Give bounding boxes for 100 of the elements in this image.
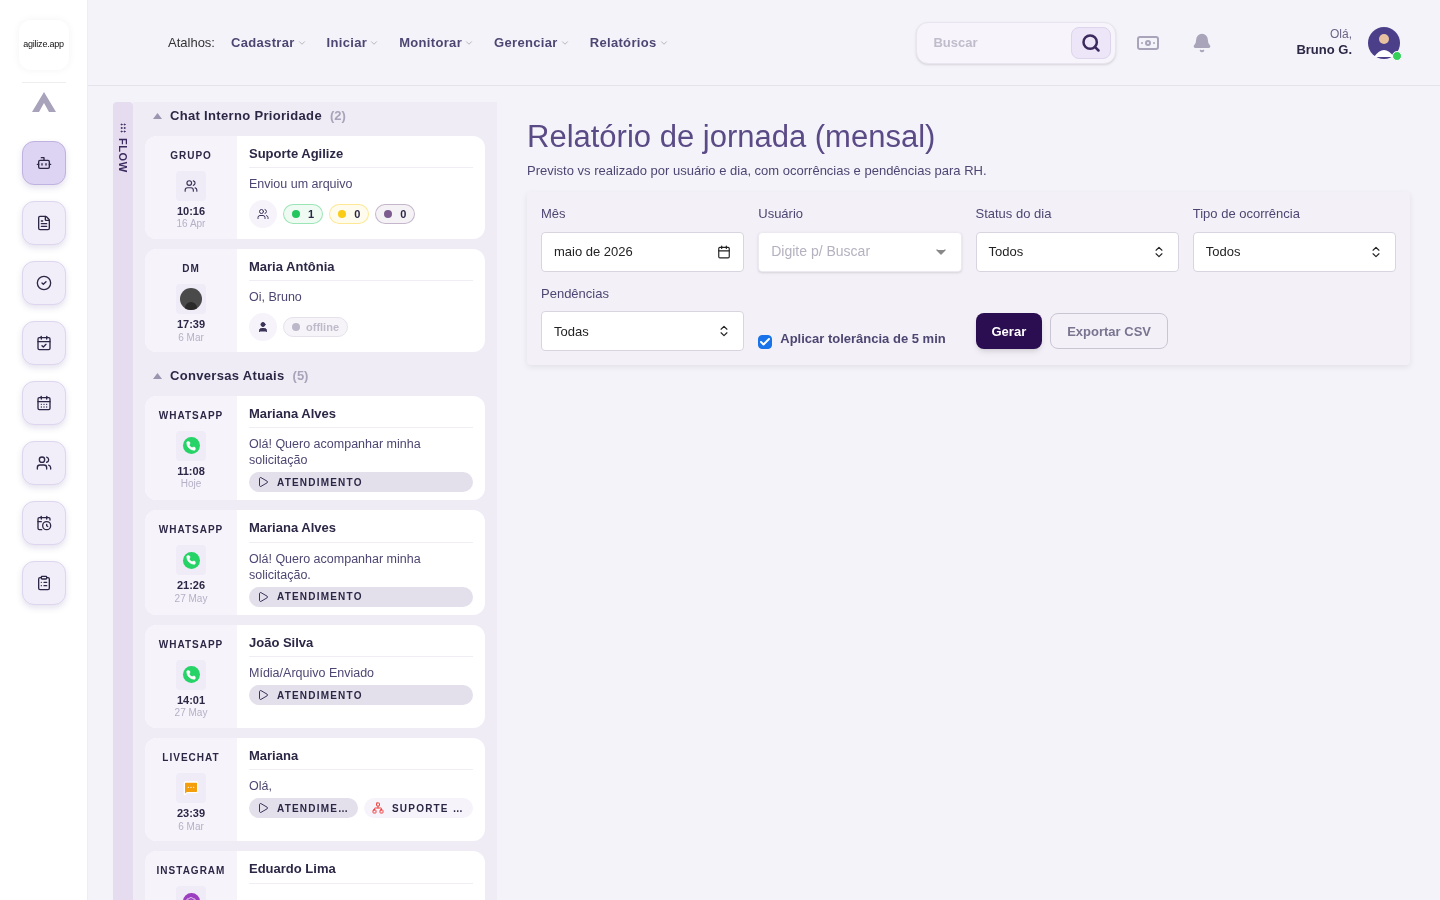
group-count: (2) — [329, 107, 346, 125]
field-label: Pendências — [541, 284, 610, 303]
field-label: Usuário — [758, 205, 805, 224]
field-label: Mês — [541, 205, 567, 224]
search-icon — [1081, 32, 1102, 53]
select-field[interactable]: Todos — [975, 231, 1179, 272]
play-icon — [257, 802, 269, 815]
select-field[interactable]: Todos — [1192, 231, 1396, 272]
message-preview: Olá! Quero acompanhar minha solicitação — [249, 436, 422, 468]
search-button[interactable] — [1071, 26, 1112, 59]
channel-label: DM — [182, 261, 200, 276]
page-title: Relatório de jornada (mensal) — [527, 118, 937, 156]
robot-icon — [35, 155, 52, 171]
channel-label: INSTAGRAM — [156, 864, 226, 878]
contact-name: Maria Antônia — [249, 256, 473, 282]
play-icon — [257, 689, 269, 701]
shortcuts-label: Atalhos: — [168, 33, 215, 52]
check-circle-icon — [35, 275, 52, 291]
tag-label: ATENDIMENTO — [277, 475, 363, 490]
channel-label: GRUPO — [170, 148, 212, 163]
contact-name: Mariana — [249, 745, 473, 771]
sidebar-item[interactable] — [21, 261, 66, 305]
nav-menu[interactable]: Relatórios — [589, 32, 669, 53]
document-icon — [35, 215, 52, 231]
people-icon — [257, 208, 269, 220]
people-icon — [184, 178, 198, 193]
message-preview: Oi, Bruno — [249, 289, 303, 306]
updown-icon — [1369, 244, 1383, 259]
nav-menu[interactable]: Monitorar — [399, 32, 475, 53]
message-preview: Mídia/Arquivo Enviado — [249, 665, 376, 681]
contact-name: Mariana Alves — [249, 518, 473, 543]
channel-label: WHATSAPP — [158, 408, 224, 423]
sidebar-item[interactable] — [21, 141, 66, 185]
contact-name: Suporte Agilize — [249, 143, 473, 168]
date-label: 16 Apr — [176, 218, 206, 231]
month-field[interactable]: maio de 2026 — [541, 231, 745, 272]
logo[interactable]: agilize.app — [18, 20, 69, 70]
sidebar-item[interactable] — [21, 201, 66, 245]
status-label: offline — [306, 320, 339, 335]
contact-name: João Silva — [249, 632, 473, 657]
channel-label: LIVECHAT — [162, 750, 220, 765]
calendar-clock-icon — [35, 515, 52, 531]
counter-value: 0 — [354, 206, 361, 222]
contact-name: Eduardo Lima — [249, 859, 473, 884]
message-preview: Olá, — [249, 778, 273, 795]
calendar-check-icon — [35, 335, 52, 351]
conversation-card[interactable]: WHATSAPP 14:01 27 May João Silva Mídia/Arquivo Enviado ATENDIMENTO — [145, 624, 485, 728]
greeting-label: Olá, — [1330, 26, 1352, 42]
conversation-card[interactable]: WHATSAPP 21:26 27 May Mariana Alves Olá! Quero acompanhar minha solicitação. ATENDIMENTO — [145, 510, 485, 615]
tag-label: SUPORTE … — [392, 801, 464, 816]
tolerance-label: Aplicar tolerância de 5 min — [780, 330, 946, 349]
phone-icon — [182, 551, 200, 569]
nav-menu[interactable]: Cadastrar — [231, 32, 307, 53]
group-title[interactable]: Conversas Atuais — [170, 366, 285, 386]
conversation-card[interactable]: INSTAGRAM Eduardo Lima — [145, 851, 485, 900]
generate-button[interactable]: Gerar — [975, 313, 1043, 350]
message-preview: Enviou um arquivo — [249, 176, 354, 192]
tolerance-checkbox[interactable] — [758, 335, 773, 350]
channel-label: WHATSAPP — [158, 523, 224, 537]
select-field[interactable]: Todas — [541, 311, 745, 352]
calendar-icon — [35, 395, 52, 411]
time-label: 10:16 — [176, 204, 206, 219]
nav-menu[interactable]: Iniciar — [326, 32, 380, 53]
flow-tab[interactable]: FLOW — [113, 102, 133, 900]
time-label: 11:08 — [177, 464, 205, 479]
sidebar-item[interactable] — [21, 321, 66, 365]
nav-menu[interactable]: Gerenciar — [494, 32, 570, 53]
time-label: 23:39 — [176, 806, 206, 821]
play-icon — [257, 590, 269, 603]
message-preview: Olá! Quero acompanhar minha solicitação. — [249, 550, 422, 583]
channel-label: WHATSAPP — [158, 637, 224, 652]
group-count: (5) — [292, 367, 309, 385]
sidebar-item[interactable] — [21, 501, 66, 545]
calendar-icon — [717, 244, 732, 259]
date-label: 6 Mar — [178, 331, 204, 344]
page-subtitle: Previsto vs realizado por usuário e dia, com ocorrências e pendências para RH. — [527, 161, 988, 180]
date-label: 6 Mar — [178, 820, 204, 833]
people-icon — [35, 455, 52, 471]
play-icon — [257, 476, 269, 488]
phone-icon — [182, 437, 200, 454]
sidebar-item[interactable] — [21, 561, 66, 605]
conversation-card[interactable]: DM 17:39 6 Mar Maria Antônia Oi, Bruno offline — [145, 248, 485, 352]
counter-value: 0 — [400, 206, 407, 222]
conversation-card[interactable]: WHATSAPP 11:08 Hoje Mariana Alves Olá! Quero acompanhar minha solicitação ATENDIMENTO — [145, 395, 485, 500]
tag-label: ATENDIMENTO — [277, 688, 363, 703]
date-label: 27 May — [174, 592, 208, 606]
date-label: 27 May — [174, 707, 208, 720]
conversation-card[interactable]: LIVECHAT 23:39 6 Mar Mariana Olá, ATENDIME… SUPORTE … — [145, 737, 485, 841]
counter-value: 1 — [308, 206, 315, 222]
tag-label: ATENDIME… — [277, 801, 350, 816]
sidebar-item[interactable] — [21, 381, 66, 425]
conversation-card[interactable]: GRUPO 10:16 16 Apr Suporte Agilize Enviou um arquivo 1 0 0 — [145, 135, 485, 239]
user-name: Bruno G. — [1296, 41, 1352, 59]
avatar[interactable] — [1368, 26, 1400, 59]
network-icon — [372, 802, 384, 815]
person-icon — [257, 321, 269, 334]
time-label: 17:39 — [176, 317, 206, 332]
sidebar-item[interactable] — [21, 441, 66, 485]
group-title[interactable]: Chat Interno Prioridade — [170, 106, 322, 126]
export-button[interactable]: Exportar CSV — [1050, 313, 1168, 350]
